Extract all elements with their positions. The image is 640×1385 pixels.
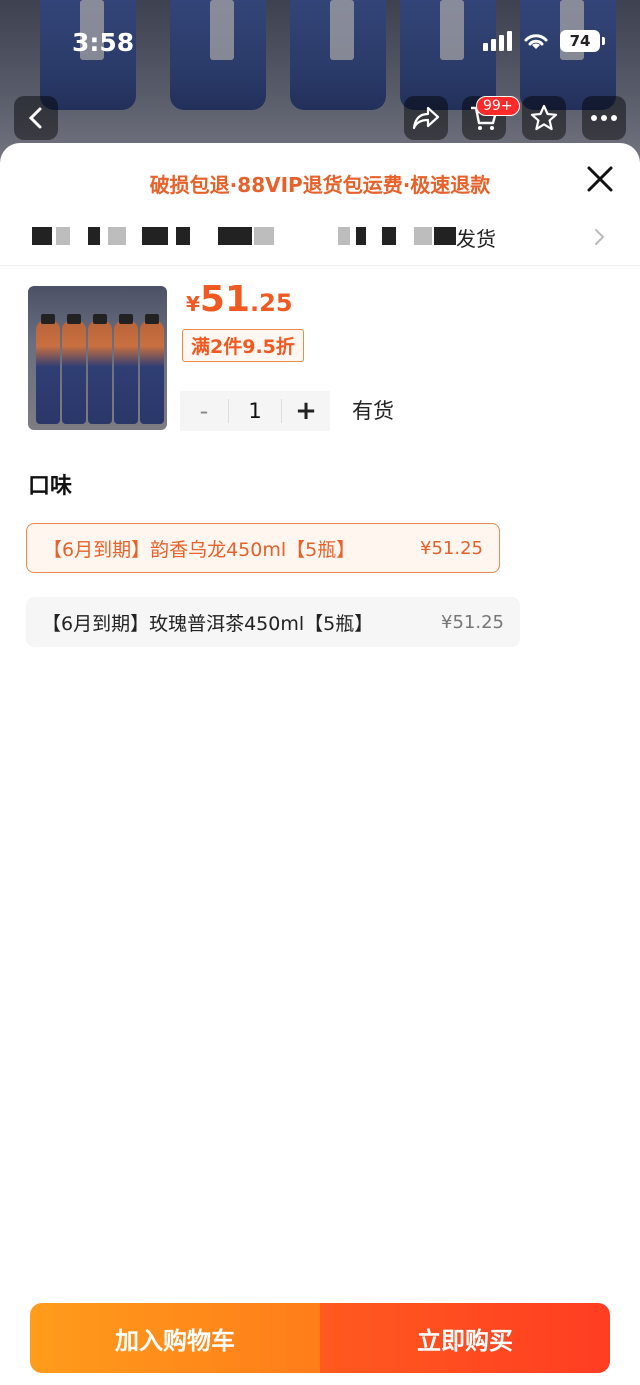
currency-symbol: ¥ — [186, 292, 200, 316]
service-promo-text: 破损包退·88VIP退货包运费·极速退款 — [149, 173, 491, 197]
redacted-text — [32, 227, 52, 245]
product-thumbnail[interactable] — [28, 286, 167, 430]
battery-icon: 74 — [560, 30, 605, 52]
quantity-value[interactable]: 1 — [228, 399, 282, 423]
flavor-option-selected[interactable]: 【6月到期】韵香乌龙450ml【5瓶】 ¥51.25 — [26, 523, 500, 573]
sku-selection-sheet: 破损包退·88VIP退货包运费·极速退款 发货 ¥51.25 满2件9.5折 - — [0, 143, 640, 1385]
chevron-left-icon — [28, 107, 42, 129]
chevron-right-icon — [595, 229, 605, 245]
status-time: 3:58 — [72, 28, 135, 57]
favorite-button[interactable] — [522, 96, 566, 140]
option-group-title: 口味 — [28, 474, 73, 499]
add-to-cart-button[interactable]: 加入购物车 — [30, 1303, 320, 1373]
share-icon — [412, 106, 440, 130]
quantity-stepper: - 1 + — [180, 391, 330, 431]
stock-status: 有货 — [352, 399, 394, 423]
option-price: ¥51.25 — [420, 537, 483, 559]
delivery-address-row[interactable]: 发货 — [32, 221, 612, 255]
increase-quantity-button[interactable]: + — [282, 396, 330, 426]
decrease-quantity-button[interactable]: - — [180, 397, 228, 425]
buy-now-button[interactable]: 立即购买 — [320, 1303, 610, 1373]
more-dots-icon — [591, 115, 617, 121]
shipping-label: 发货 — [456, 227, 496, 251]
action-bar: 加入购物车 立即购买 — [30, 1303, 610, 1373]
option-label: 【6月到期】韵香乌龙450ml【5瓶】 — [43, 538, 356, 561]
back-button[interactable] — [14, 96, 58, 140]
status-icons: 74 — [483, 30, 605, 52]
divider — [0, 265, 640, 266]
more-button[interactable] — [582, 96, 626, 140]
wifi-icon — [524, 34, 548, 49]
close-icon[interactable] — [584, 163, 616, 195]
price-decimal: .25 — [250, 289, 293, 317]
option-label: 【6月到期】玫瑰普洱茶450ml【5瓶】 — [42, 612, 374, 635]
price-integer: 51 — [199, 279, 251, 320]
cart-count-badge: 99+ — [476, 96, 520, 116]
product-price: ¥51.25 — [186, 279, 293, 320]
flavor-option[interactable]: 【6月到期】玫瑰普洱茶450ml【5瓶】 ¥51.25 — [26, 597, 520, 647]
share-button[interactable] — [404, 96, 448, 140]
star-icon — [530, 104, 558, 131]
cellular-signal-icon — [483, 31, 512, 51]
discount-tag: 满2件9.5折 — [182, 329, 304, 362]
option-price: ¥51.25 — [441, 611, 504, 633]
